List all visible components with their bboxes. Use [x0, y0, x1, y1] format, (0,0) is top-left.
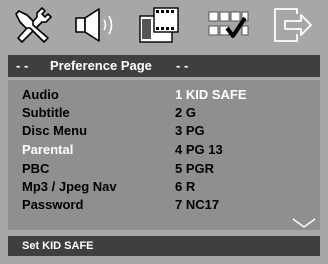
header-dashes-right: - -	[176, 58, 189, 73]
general-setup-icon[interactable]	[10, 4, 58, 46]
option-r[interactable]: 6 R	[175, 178, 195, 196]
setup-icon-bar	[0, 0, 328, 50]
option-pg13[interactable]: 4 PG 13	[175, 141, 223, 159]
header-dashes-left: - -	[16, 58, 29, 73]
menu-item-subtitle[interactable]: Subtitle	[22, 104, 70, 122]
option-kid-safe[interactable]: 1 KID SAFE	[175, 86, 247, 104]
page-title: Preference Page	[50, 58, 152, 73]
scroll-down-arrow-icon[interactable]	[292, 218, 316, 228]
menu-item-pbc[interactable]: PBC	[22, 160, 49, 178]
option-pg[interactable]: 3 PG	[175, 122, 205, 140]
exit-icon[interactable]	[267, 4, 315, 46]
menu-item-disc-menu[interactable]: Disc Menu	[22, 122, 87, 140]
settings-panel: Audio Subtitle Disc Menu Parental PBC Mp…	[8, 80, 320, 230]
option-g[interactable]: 2 G	[175, 104, 196, 122]
video-setup-icon[interactable]	[136, 4, 184, 46]
audio-setup-icon[interactable]	[71, 4, 119, 46]
dvd-setup-menu: - - Preference Page - - Audio Subtitle D…	[0, 0, 328, 264]
menu-item-password[interactable]: Password	[22, 196, 83, 214]
status-bar: Set KID SAFE	[8, 236, 320, 256]
status-text: Set KID SAFE	[22, 240, 94, 252]
page-header: - - Preference Page - -	[8, 55, 320, 77]
option-nc17[interactable]: 7 NC17	[175, 196, 219, 214]
menu-item-mp3-jpeg-nav[interactable]: Mp3 / Jpeg Nav	[22, 178, 117, 196]
menu-item-parental[interactable]: Parental	[22, 141, 73, 159]
menu-item-audio[interactable]: Audio	[22, 86, 59, 104]
option-pgr[interactable]: 5 PGR	[175, 160, 214, 178]
preference-setup-icon[interactable]	[203, 4, 251, 46]
